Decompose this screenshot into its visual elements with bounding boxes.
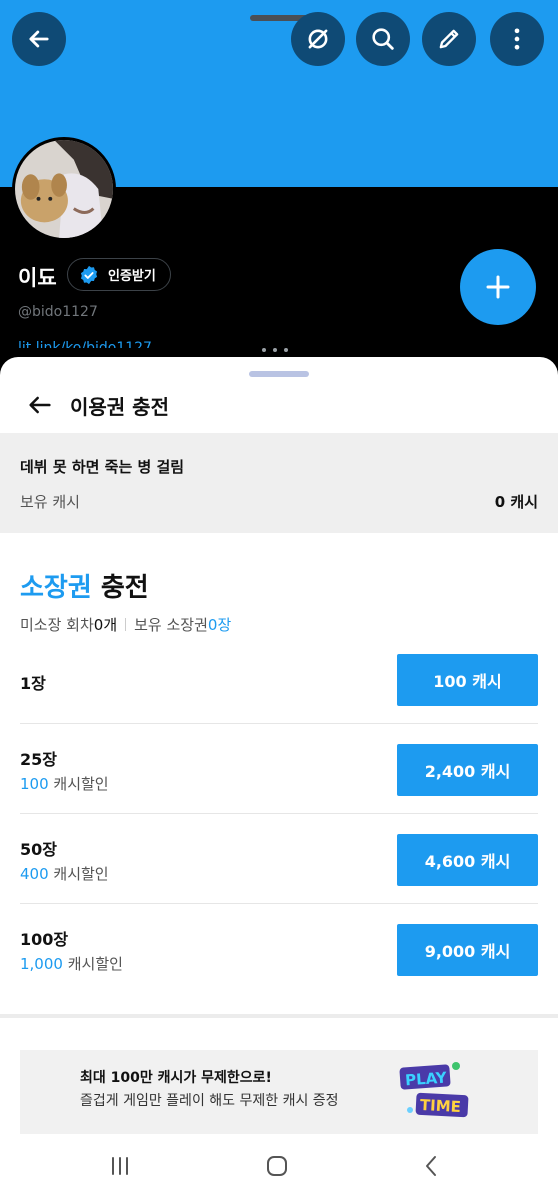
discount-value: 1,000 (20, 955, 63, 973)
edit-icon (439, 29, 459, 49)
discount-value: 100 (20, 775, 49, 793)
option-quantity: 100장 (20, 930, 69, 949)
unfollow-button[interactable] (291, 12, 345, 66)
split-view-handle[interactable] (262, 348, 288, 352)
ticket-option: 25장 100 캐시할인 2,400 캐시 (20, 724, 538, 814)
back-arrow-icon (29, 30, 49, 48)
buy-button[interactable]: 4,600 캐시 (397, 834, 538, 886)
back-button[interactable] (12, 12, 66, 66)
ticket-option: 100장 1,000 캐시할인 9,000 캐시 (20, 904, 538, 994)
home-button[interactable] (259, 1150, 295, 1182)
recent-apps-icon (112, 1157, 128, 1175)
search-icon (372, 28, 394, 50)
verify-label: 인증받기 (108, 269, 156, 284)
option-discount: 1,000 캐시할인 (20, 953, 123, 974)
owned-label: 보유 소장권 (134, 616, 208, 634)
verify-button[interactable]: 인증받기 (67, 258, 171, 291)
display-name: 이됴 (18, 266, 57, 290)
back-arrow-icon (29, 396, 51, 414)
system-back-button[interactable] (414, 1150, 450, 1182)
section-title-rest: 충전 (91, 573, 149, 603)
option-quantity: 25장 (20, 750, 57, 769)
verified-badge-icon (80, 265, 98, 284)
avatar[interactable] (12, 137, 116, 241)
compose-fab[interactable] (460, 249, 536, 325)
ticket-counts: 미소장 회차 0개 보유 소장권 0장 (20, 614, 231, 635)
ticket-option: 50장 400 캐시할인 4,600 캐시 (20, 814, 538, 904)
sheet-back-button[interactable] (20, 385, 60, 425)
owned-value: 0장 (207, 616, 232, 634)
logo-text-bottom: TIME (420, 1096, 462, 1116)
bio-link[interactable]: lit.link/ko/bido1127 (18, 338, 152, 348)
section-title: 소장권 충전 (20, 567, 149, 604)
series-info: 데뷔 못 하면 죽는 병 걸림 보유 캐시 0 캐시 (0, 433, 558, 533)
section-title-accent: 소장권 (20, 573, 92, 603)
buy-button[interactable]: 100 캐시 (397, 654, 538, 706)
discount-label: 캐시할인 (48, 775, 109, 793)
promo-subline: 즐겁게 게임만 플레이 해도 무제한 캐시 증정 (80, 1093, 339, 1109)
unowned-value: 0개 (93, 616, 118, 634)
cash-balance-label: 보유 캐시 (20, 493, 80, 511)
divider (125, 618, 127, 631)
buy-button[interactable]: 9,000 캐시 (397, 924, 538, 976)
username-handle: @bido1127 (18, 304, 98, 320)
option-quantity: 1장 (20, 674, 46, 693)
edit-button[interactable] (422, 12, 476, 66)
more-vertical-icon (514, 28, 520, 50)
unfollow-icon (308, 29, 328, 49)
promo-headline: 최대 100만 캐시가 무제한으로! (80, 1070, 272, 1086)
ticket-option: 1장 100 캐시 (20, 634, 538, 724)
discount-label: 캐시할인 (62, 955, 123, 973)
search-button[interactable] (356, 12, 410, 66)
option-discount: 100 캐시할인 (20, 773, 109, 794)
chevron-left-icon (426, 1156, 436, 1176)
cash-balance-value: 0 캐시 (494, 493, 538, 511)
ticket-charge-sheet: 이용권 충전 데뷔 못 하면 죽는 병 걸림 보유 캐시 0 캐시 소장권 충전… (0, 357, 558, 1200)
home-icon (267, 1156, 287, 1176)
option-quantity: 50장 (20, 840, 57, 859)
more-button[interactable] (490, 12, 544, 66)
unowned-label: 미소장 회차 (20, 616, 94, 634)
discount-value: 400 (20, 865, 49, 883)
logo-text-top: PLAY (405, 1068, 449, 1089)
plus-icon (486, 275, 510, 299)
recent-apps-button[interactable] (102, 1150, 138, 1182)
avatar-image (15, 140, 113, 238)
series-title: 데뷔 못 하면 죽는 병 걸림 (20, 458, 185, 476)
system-nav-bar (0, 1134, 558, 1200)
option-discount: 400 캐시할인 (20, 863, 109, 884)
sheet-title: 이용권 충전 (70, 394, 169, 419)
sheet-header: 이용권 충전 (0, 377, 558, 433)
discount-label: 캐시할인 (48, 865, 109, 883)
promo-banner[interactable]: 최대 100만 캐시가 무제한으로! 즐겁게 게임만 플레이 해도 무제한 캐시… (20, 1050, 538, 1134)
section-divider (0, 1014, 558, 1018)
playtime-logo: PLAY TIME (399, 1062, 469, 1118)
buy-button[interactable]: 2,400 캐시 (397, 744, 538, 796)
